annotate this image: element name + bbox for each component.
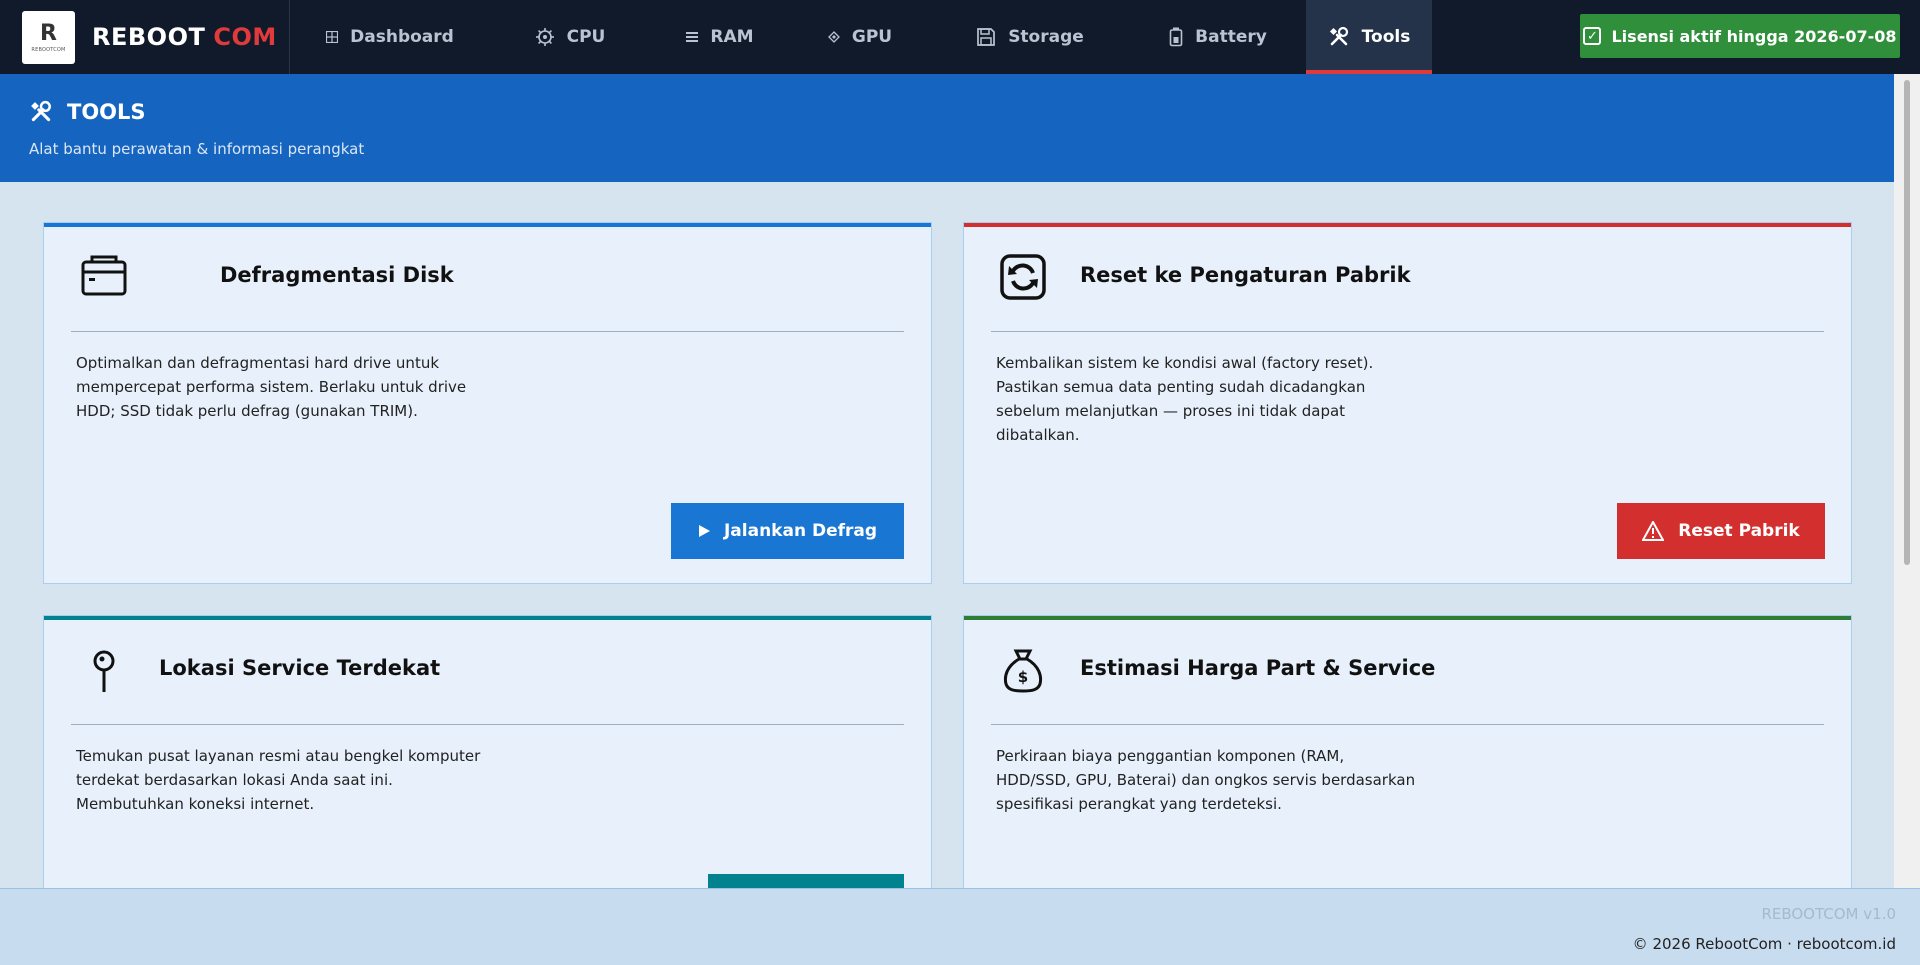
top-navigation-bar: R REBOOTCOM REBOOTCOM Dashboard CPU RAM xyxy=(0,0,1920,74)
app-version: REBOOTCOM v1.0 xyxy=(1761,905,1896,923)
card-divider xyxy=(991,331,1824,332)
run-defrag-button[interactable]: Jalankan Defrag xyxy=(671,503,904,559)
logo-subtext: REBOOTCOM xyxy=(31,46,66,53)
brand-name-primary: REBOOT xyxy=(92,23,206,51)
factory-reset-label: Reset Pabrik xyxy=(1678,521,1800,541)
nav-item-battery[interactable]: Battery xyxy=(1130,0,1306,74)
license-status-badge: ✓ Lisensi aktif hingga 2026-07-08 xyxy=(1580,14,1900,58)
svg-text:$: $ xyxy=(1018,668,1028,686)
nav-label-dashboard: Dashboard xyxy=(350,27,454,47)
card-accent-line xyxy=(964,223,1851,227)
logo-letter: R xyxy=(40,21,57,46)
brand: R REBOOTCOM REBOOT COM xyxy=(0,0,290,74)
main-nav: Dashboard CPU RAM GPU Storage Battery To… xyxy=(290,0,1432,74)
memory-icon xyxy=(686,31,699,43)
card-title: Lokasi Service Terdekat xyxy=(159,656,441,680)
cpu-icon xyxy=(535,27,555,47)
nav-item-tools[interactable]: Tools xyxy=(1306,0,1432,74)
page-title-text: TOOLS xyxy=(67,100,146,124)
nav-item-ram[interactable]: RAM xyxy=(650,0,790,74)
app-logo: R REBOOTCOM xyxy=(22,10,75,64)
brand-name: REBOOT COM xyxy=(92,23,277,51)
card-description: Optimalkan dan defragmentasi hard drive … xyxy=(76,354,467,420)
card-service-location: Lokasi Service Terdekat Temukan pusat la… xyxy=(43,615,932,888)
card-description: Perkiraan biaya penggantian komponen (RA… xyxy=(996,747,1416,813)
play-icon xyxy=(698,525,710,537)
nav-label-ram: RAM xyxy=(710,27,754,47)
page-header: TOOLS Alat bantu perawatan & informasi p… xyxy=(0,74,1894,182)
copyright: © 2026 RebootCom · rebootcom.id xyxy=(1632,935,1896,953)
card-factory-reset: Reset ke Pengaturan Pabrik Kembalikan si… xyxy=(963,222,1852,584)
tools-icon xyxy=(1328,26,1350,48)
card-title: Reset ke Pengaturan Pabrik xyxy=(1080,263,1411,287)
refresh-icon xyxy=(999,253,1047,301)
card-divider xyxy=(71,724,904,725)
map-pin-icon xyxy=(80,646,128,694)
money-bag-icon: $ xyxy=(999,646,1047,694)
brand-name-accent: COM xyxy=(213,23,277,51)
find-service-button[interactable] xyxy=(708,874,904,888)
card-price-estimate: $ Estimasi Harga Part & Service Perkiraa… xyxy=(963,615,1852,888)
checkbox-checked-icon: ✓ xyxy=(1583,27,1602,45)
card-title: Estimasi Harga Part & Service xyxy=(1080,656,1436,680)
card-description: Temukan pusat layanan resmi atau bengkel… xyxy=(76,747,481,813)
factory-reset-button[interactable]: Reset Pabrik xyxy=(1617,503,1825,559)
card-title: Defragmentasi Disk xyxy=(220,263,454,287)
grid-icon xyxy=(326,31,339,43)
battery-icon xyxy=(1169,27,1183,47)
nav-label-storage: Storage xyxy=(1008,27,1084,47)
nav-item-storage[interactable]: Storage xyxy=(930,0,1130,74)
nav-label-gpu: GPU xyxy=(851,27,893,47)
gpu-icon xyxy=(827,31,840,43)
tools-icon xyxy=(29,100,53,124)
card-defrag: Defragmentasi Disk Optimalkan dan defrag… xyxy=(43,222,932,584)
card-accent-line xyxy=(964,616,1851,620)
nav-label-tools: Tools xyxy=(1361,27,1411,47)
run-defrag-label: Jalankan Defrag xyxy=(723,521,878,541)
card-description: Kembalikan sistem ke kondisi awal (facto… xyxy=(996,354,1374,444)
license-label: Lisensi aktif hingga 2026-07-08 xyxy=(1611,26,1897,46)
page-title: TOOLS xyxy=(29,100,146,124)
page-subtitle: Alat bantu perawatan & informasi perangk… xyxy=(29,140,365,158)
nav-label-battery: Battery xyxy=(1195,27,1267,47)
card-accent-line xyxy=(44,616,931,620)
nav-item-dashboard[interactable]: Dashboard xyxy=(290,0,490,74)
card-divider xyxy=(71,331,904,332)
card-divider xyxy=(991,724,1824,725)
nav-item-gpu[interactable]: GPU xyxy=(790,0,930,74)
nav-label-cpu: CPU xyxy=(566,27,606,47)
card-accent-line xyxy=(44,223,931,227)
scrollbar-thumb[interactable] xyxy=(1904,80,1910,565)
folder-disk-icon xyxy=(80,253,128,301)
footer: REBOOTCOM v1.0 © 2026 RebootCom · reboot… xyxy=(0,888,1920,965)
nav-item-cpu[interactable]: CPU xyxy=(490,0,650,74)
warning-icon xyxy=(1642,521,1665,541)
floppy-disk-icon xyxy=(976,27,996,47)
